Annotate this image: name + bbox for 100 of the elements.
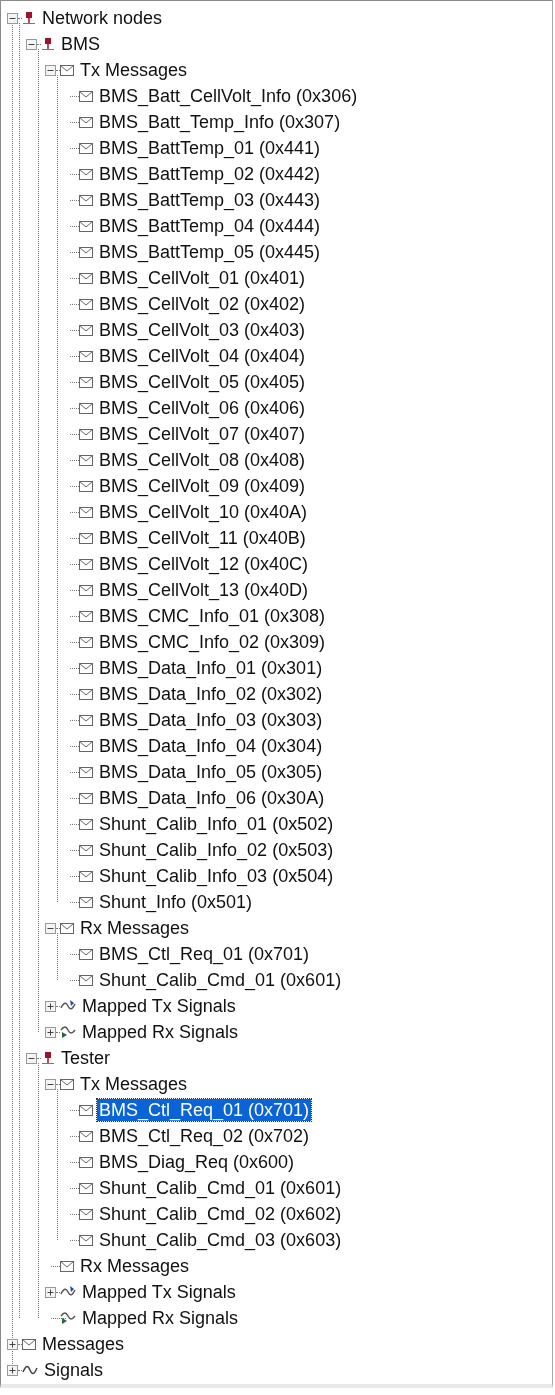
envelope-icon (79, 1104, 93, 1116)
tree-item[interactable]: BMS_CellVolt_02 (0x402) (97, 293, 308, 315)
collapse-icon[interactable] (45, 922, 56, 934)
envelope-icon (79, 454, 93, 466)
tree-item[interactable]: BMS_CellVolt_11 (0x40B) (97, 527, 308, 549)
envelope-icon (79, 558, 93, 570)
tree-item[interactable]: Shunt_Calib_Info_03 (0x504) (97, 865, 336, 887)
tree-item[interactable]: Shunt_Calib_Cmd_01 (0x601) (97, 969, 344, 991)
tree-item[interactable]: BMS_Ctl_Req_01 (0x701) (97, 943, 312, 965)
tree-item[interactable]: Tester (59, 1047, 113, 1069)
envelope-icon (79, 896, 93, 908)
tree-item[interactable]: Messages (40, 1333, 127, 1355)
collapse-icon[interactable] (45, 1078, 56, 1090)
tree-item[interactable]: BMS_CellVolt_05 (0x405) (97, 371, 308, 393)
tree-item[interactable]: Network nodes (40, 7, 165, 29)
envelope-icon (79, 688, 93, 700)
envelope-icon (79, 974, 93, 986)
tree-item[interactable]: BMS_BattTemp_03 (0x443) (97, 189, 323, 211)
tree-item[interactable]: Mapped Rx Signals (80, 1021, 241, 1043)
tree-item[interactable]: Tx Messages (78, 59, 190, 81)
tree-item[interactable]: BMS_Ctl_Req_01 (0x701) (97, 1099, 312, 1121)
expand-icon[interactable] (45, 1000, 56, 1012)
wave-arrow-icon (60, 1311, 76, 1325)
collapse-icon[interactable] (26, 1052, 37, 1064)
tree-item[interactable]: BMS_BattTemp_02 (0x442) (97, 163, 323, 185)
tree-item[interactable]: BMS_CMC_Info_01 (0x308) (97, 605, 328, 627)
envelope-icon (79, 298, 93, 310)
tree-item[interactable]: BMS_CMC_Info_02 (0x309) (97, 631, 328, 653)
node-icon (41, 1051, 55, 1065)
tree-item[interactable]: BMS_CellVolt_13 (0x40D) (97, 579, 311, 601)
envelope-icon (60, 64, 74, 76)
tree-item[interactable]: Mapped Tx Signals (80, 995, 238, 1017)
envelope-icon (79, 1130, 93, 1142)
tree-item[interactable]: BMS_CellVolt_04 (0x404) (97, 345, 308, 367)
tree-item[interactable]: BMS_CellVolt_12 (0x40C) (97, 553, 311, 575)
envelope-icon (79, 870, 93, 882)
envelope-icon (22, 1338, 36, 1350)
tree-item[interactable]: BMS_CellVolt_09 (0x409) (97, 475, 308, 497)
tree-item[interactable]: BMS (59, 33, 102, 55)
envelope-icon (79, 1182, 93, 1194)
tree-item[interactable]: BMS_CellVolt_08 (0x408) (97, 449, 308, 471)
envelope-icon (79, 1156, 93, 1168)
envelope-icon (79, 116, 93, 128)
tree-item[interactable]: Tx Messages (78, 1073, 190, 1095)
envelope-icon (60, 1078, 74, 1090)
tree-item[interactable]: Shunt_Info (0x501) (97, 891, 255, 913)
tree-item[interactable]: BMS_Diag_Req (0x600) (97, 1151, 297, 1173)
tree-item[interactable]: Shunt_Calib_Cmd_03 (0x603) (97, 1229, 344, 1251)
tree-item[interactable]: BMS_CellVolt_01 (0x401) (97, 267, 308, 289)
envelope-icon (79, 272, 93, 284)
collapse-icon[interactable] (45, 64, 56, 76)
expand-icon[interactable] (7, 1338, 18, 1350)
envelope-icon (79, 194, 93, 206)
tree-item[interactable]: BMS_BattTemp_01 (0x441) (97, 137, 323, 159)
tree-item[interactable]: BMS_Data_Info_04 (0x304) (97, 735, 325, 757)
collapse-icon[interactable] (7, 12, 18, 24)
tree-item[interactable]: BMS_Batt_CellVolt_Info (0x306) (97, 85, 360, 107)
envelope-icon (79, 376, 93, 388)
expand-icon[interactable] (7, 1364, 18, 1376)
envelope-icon (79, 220, 93, 232)
tree-item[interactable]: Signals (42, 1359, 106, 1381)
tree-item[interactable]: BMS_Data_Info_06 (0x30A) (97, 787, 327, 809)
tree-item[interactable]: Shunt_Calib_Info_01 (0x502) (97, 813, 336, 835)
tree-item[interactable]: BMS_BattTemp_04 (0x444) (97, 215, 323, 237)
envelope-icon (79, 662, 93, 674)
tree-item[interactable]: BMS_Data_Info_02 (0x302) (97, 683, 325, 705)
tree-item[interactable]: BMS_BattTemp_05 (0x445) (97, 241, 323, 263)
tree-item[interactable]: BMS_Data_Info_05 (0x305) (97, 761, 325, 783)
envelope-icon (79, 324, 93, 336)
envelope-icon (79, 1208, 93, 1220)
node-icon (22, 11, 36, 25)
envelope-icon (79, 90, 93, 102)
envelope-icon (79, 142, 93, 154)
expand-icon[interactable] (45, 1026, 56, 1038)
node-icon (41, 37, 55, 51)
envelope-icon (79, 532, 93, 544)
wave-icon (22, 1364, 38, 1376)
collapse-icon[interactable] (26, 38, 37, 50)
envelope-icon (79, 428, 93, 440)
tree-item[interactable]: Mapped Rx Signals (80, 1307, 241, 1329)
tree-item[interactable]: BMS_Data_Info_03 (0x303) (97, 709, 325, 731)
tree-item[interactable]: Shunt_Calib_Cmd_02 (0x602) (97, 1203, 344, 1225)
tree-item[interactable]: BMS_Data_Info_01 (0x301) (97, 657, 325, 679)
tree-item[interactable]: Mapped Tx Signals (80, 1281, 238, 1303)
envelope-icon (79, 766, 93, 778)
tree-item[interactable]: BMS_CellVolt_07 (0x407) (97, 423, 308, 445)
envelope-icon (79, 246, 93, 258)
expand-icon[interactable] (45, 1286, 56, 1298)
tree-item[interactable]: Rx Messages (78, 917, 192, 939)
tree-item[interactable]: Shunt_Calib_Info_02 (0x503) (97, 839, 336, 861)
tree-item[interactable]: BMS_CellVolt_06 (0x406) (97, 397, 308, 419)
tree-item[interactable]: Shunt_Calib_Cmd_01 (0x601) (97, 1177, 344, 1199)
tree-item[interactable]: BMS_CellVolt_10 (0x40A) (97, 501, 310, 523)
tree-item[interactable]: BMS_CellVolt_03 (0x403) (97, 319, 308, 341)
tree-item[interactable]: BMS_Batt_Temp_Info (0x307) (97, 111, 343, 133)
tree-item[interactable]: Rx Messages (78, 1255, 192, 1277)
tree-item[interactable]: BMS_Ctl_Req_02 (0x702) (97, 1125, 312, 1147)
envelope-icon (79, 506, 93, 518)
envelope-icon (79, 402, 93, 414)
wave-arrow-icon (60, 1025, 76, 1039)
